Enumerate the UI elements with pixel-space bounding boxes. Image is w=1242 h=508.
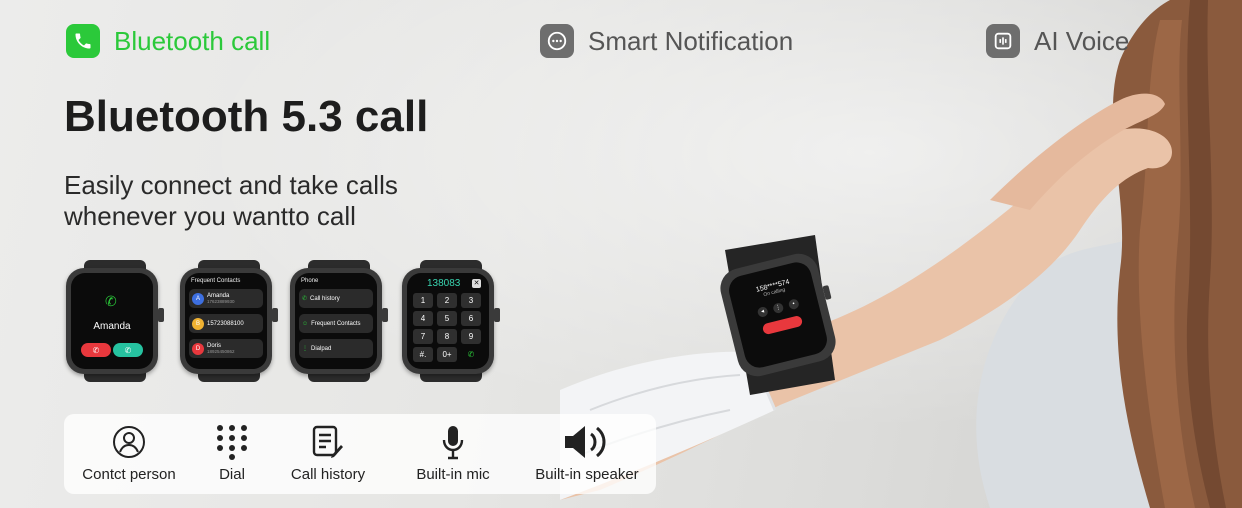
dialpad-key[interactable]: 0+	[437, 347, 457, 362]
accept-button[interactable]: ✆	[113, 343, 143, 357]
feature-label: Dial	[219, 466, 245, 483]
menu-item-label: Frequent Contacts	[311, 320, 361, 327]
incoming-call-icon: ✆	[105, 293, 117, 309]
avatar: A	[192, 292, 204, 305]
dialpad-key[interactable]: 1	[413, 293, 433, 308]
avatar: B	[192, 317, 204, 330]
contact-row[interactable]: D Doris 18925450862	[189, 339, 263, 358]
feature-dial: Dial	[192, 424, 272, 483]
feature-label: Call history	[290, 466, 366, 483]
hangup-button[interactable]	[761, 314, 804, 336]
contacts-small-icon: ☺	[302, 320, 309, 327]
watch-dialpad-screen: 138083 ✕ 1 2 3 4 5 6 7 8 9 #. 0+ ✆	[402, 260, 500, 382]
contact-row[interactable]: B 15723088100	[189, 314, 263, 333]
decline-button[interactable]: ✆	[81, 343, 111, 357]
speaker-icon	[524, 424, 650, 460]
contacts-header: Frequent Contacts	[191, 278, 241, 284]
contact-number: 18925450862	[207, 349, 235, 354]
tab-smart-notification[interactable]: Smart Notification	[540, 24, 793, 58]
mic-small-icon[interactable]: •	[787, 298, 800, 311]
dialpad-key[interactable]: 7	[413, 329, 433, 344]
menu-item-call-history[interactable]: ✆ Call history	[299, 289, 373, 308]
feature-built-in-mic: Built-in mic	[398, 424, 508, 483]
feature-built-in-speaker: Built-in speaker	[524, 424, 650, 483]
watch-contacts-screen: Frequent Contacts A Amanda 17623889930 B …	[180, 260, 278, 382]
tab-label: AI Voice	[1034, 25, 1130, 56]
backspace-button[interactable]: ✕	[472, 279, 481, 288]
dialed-number: 138083	[427, 278, 461, 289]
menu-item-label: Call history	[310, 295, 340, 302]
subtitle-line-2: whenever you wantto call	[64, 201, 356, 231]
person-icon	[74, 424, 184, 460]
menu-item-dialpad[interactable]: ⋮ Dialpad	[299, 339, 373, 358]
dialpad-key[interactable]: 4	[413, 311, 433, 326]
dialpad-key[interactable]: 5	[437, 311, 457, 326]
call-history-small-icon: ✆	[302, 296, 308, 302]
microphone-icon	[398, 424, 508, 460]
dialpad-small-icon[interactable]: ⋮	[772, 302, 785, 315]
dialpad-key[interactable]: 2	[437, 293, 457, 308]
phone-header: Phone	[301, 278, 319, 284]
feature-label: Built-in mic	[416, 466, 490, 483]
tab-ai-voice[interactable]: AI Voice	[986, 24, 1129, 58]
page-title: Bluetooth 5.3 call	[64, 92, 429, 141]
banner: 158****574 On calling ◂ ⋮ • Bluetooth ca…	[0, 0, 1242, 508]
subtitle: Easily connect and take calls whenever y…	[64, 170, 398, 232]
feature-call-history: Call history	[278, 424, 378, 483]
menu-item-frequent-contacts[interactable]: ☺ Frequent Contacts	[299, 314, 373, 333]
call-history-icon	[278, 424, 378, 460]
feature-contact-person: Contct person	[74, 424, 184, 483]
watch-phone-screen: Phone ✆ Call history ☺ Frequent Contacts…	[290, 260, 388, 382]
dialpad-icon	[192, 424, 272, 460]
menu-item-label: Dialpad	[311, 345, 332, 352]
feature-label: Contct person	[82, 466, 176, 483]
contact-name: 15723088100	[207, 320, 244, 327]
dialpad-key[interactable]: 9	[461, 329, 481, 344]
feature-label: Built-in speaker	[535, 466, 639, 483]
tab-label: Bluetooth call	[114, 25, 271, 56]
subtitle-line-1: Easily connect and take calls	[64, 170, 398, 200]
dialpad-key[interactable]: #.	[413, 347, 433, 362]
dialpad-key[interactable]: 6	[461, 311, 481, 326]
caller-name: Amanda	[93, 321, 131, 332]
call-key[interactable]: ✆	[461, 347, 481, 362]
tab-bluetooth-call[interactable]: Bluetooth call	[66, 24, 270, 58]
feature-bar: Contct person Dial Call history Built-in…	[64, 414, 656, 494]
dialpad-key[interactable]: 8	[437, 329, 457, 344]
volume-icon[interactable]: ◂	[756, 305, 769, 319]
dialpad-small-icon: ⋮	[302, 346, 308, 352]
tab-label: Smart Notification	[588, 25, 794, 56]
dialpad-key[interactable]: 3	[461, 293, 481, 308]
watch-call-screen: ✆ Amanda ✆ ✆	[66, 260, 164, 382]
avatar: D	[192, 342, 204, 355]
voice-wave-icon	[986, 24, 1020, 58]
chat-bubble-icon	[540, 24, 574, 58]
contact-row[interactable]: A Amanda 17623889930	[189, 289, 263, 308]
contact-number: 17623889930	[207, 299, 235, 304]
phone-icon	[66, 24, 100, 58]
